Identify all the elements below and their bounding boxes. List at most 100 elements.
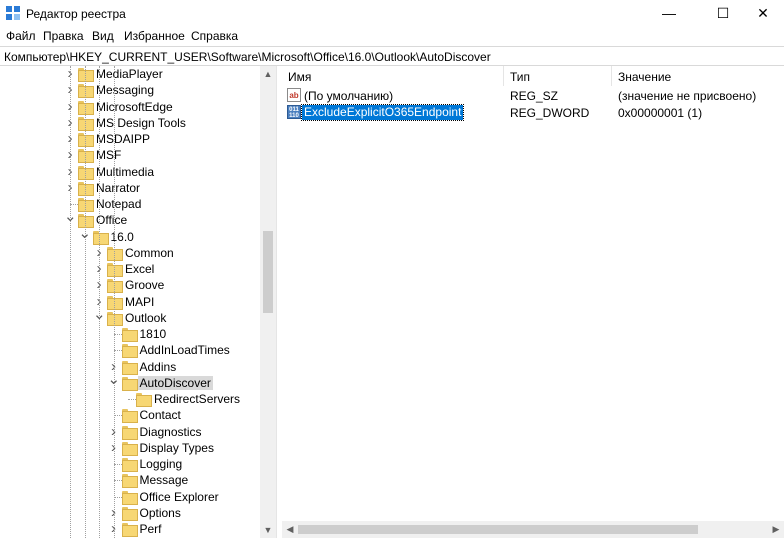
- address-path[interactable]: Компьютер\HKEY_CURRENT_USER\Software\Mic…: [4, 50, 491, 64]
- tree-item-msdaipp[interactable]: › MSDAIPP: [0, 131, 260, 147]
- folder-icon: [121, 425, 138, 440]
- menu-file[interactable]: Файл: [6, 29, 36, 43]
- tree-item-label[interactable]: Diagnostics: [138, 425, 204, 439]
- tree-item-common[interactable]: › Common: [0, 245, 260, 261]
- tree-item-label[interactable]: Groove: [123, 278, 166, 292]
- tree-item-label[interactable]: Office Explorer: [138, 490, 221, 504]
- key-tree[interactable]: › MediaPlayer › Messaging › MicrosoftEdge › MS …: [0, 66, 276, 538]
- value-type: REG_SZ: [510, 89, 559, 103]
- tree-item-label[interactable]: AutoDiscover: [137, 375, 213, 390]
- scroll-up-arrow-icon[interactable]: ▲: [260, 66, 276, 82]
- tree-item-autodiscover[interactable]: ⌄ AutoDiscover: [0, 372, 260, 391]
- tree-item-label[interactable]: Outlook: [123, 311, 168, 325]
- tree-item-label[interactable]: Narrator: [94, 181, 142, 195]
- tree-connector-line: [113, 480, 122, 482]
- tree-item-logging[interactable]: Logging: [0, 456, 260, 472]
- tree-item-office-explorer[interactable]: Office Explorer: [0, 489, 260, 505]
- tree-item-label[interactable]: AddInLoadTimes: [138, 343, 232, 357]
- value-name: (По умолчанию): [304, 89, 394, 103]
- tree-item-label[interactable]: Perf: [138, 522, 164, 536]
- column-type-header[interactable]: Тип: [504, 66, 612, 86]
- tree-item-label[interactable]: Contact: [138, 408, 183, 422]
- column-name-header[interactable]: Имя: [282, 66, 504, 86]
- value-row[interactable]: ab (По умолчанию) REG_SZ (значение не пр…: [282, 87, 784, 104]
- scroll-thumb[interactable]: [263, 231, 273, 313]
- tree-item-groove[interactable]: › Groove: [0, 277, 260, 294]
- tree-item-label[interactable]: 1810: [138, 327, 169, 341]
- tree-item-narrator[interactable]: › Narrator: [0, 180, 260, 196]
- menu-help[interactable]: Справка: [191, 29, 238, 43]
- menu-favorites[interactable]: Избранное: [124, 29, 185, 43]
- folder-icon: [121, 474, 138, 489]
- column-value-header[interactable]: Значение: [612, 66, 784, 86]
- tree-connector-line: [113, 464, 122, 465]
- scroll-left-arrow-icon[interactable]: ◀: [282, 521, 298, 538]
- tree-item-display-types[interactable]: › Display Types: [0, 440, 260, 456]
- address-bar[interactable]: Компьютер\HKEY_CURRENT_USER\Software\Mic…: [0, 46, 784, 66]
- tree-item-label[interactable]: Notepad: [94, 197, 143, 211]
- tree-item-contact[interactable]: Contact: [0, 407, 260, 424]
- tree-item-label[interactable]: Message: [138, 473, 191, 487]
- folder-icon: [121, 490, 138, 505]
- tree-guide-line: [70, 66, 71, 538]
- tree-item-label[interactable]: Options: [138, 506, 183, 520]
- menu-view[interactable]: Вид: [92, 29, 114, 43]
- value-data: (значение не присвоено): [618, 89, 757, 103]
- value-name: ExcludeExplicitO365Endpoint: [300, 104, 465, 121]
- scroll-thumb[interactable]: [298, 525, 698, 534]
- tree-item-redirectservers[interactable]: RedirectServers: [0, 391, 260, 407]
- tree-item-excel[interactable]: › Excel: [0, 261, 260, 277]
- tree-item-mapi[interactable]: › MAPI: [0, 294, 260, 310]
- tree-item-microsoftedge[interactable]: › MicrosoftEdge: [0, 99, 260, 115]
- regedit-icon: [6, 6, 20, 20]
- tree-item-label[interactable]: Multimedia: [94, 165, 156, 179]
- tree-item-label[interactable]: Display Types: [138, 441, 216, 455]
- tree-item-label[interactable]: Messaging: [94, 83, 156, 97]
- tree-item-label[interactable]: MicrosoftEdge: [94, 100, 175, 114]
- tree-item-office[interactable]: ⌄ Office: [0, 209, 260, 229]
- folder-icon: [136, 393, 152, 407]
- folder-icon: [121, 458, 138, 472]
- tree-item-options[interactable]: › Options: [0, 505, 260, 521]
- window-title: Редактор реестра: [26, 7, 126, 21]
- close-button[interactable]: ✕: [740, 0, 784, 26]
- tree-connector-line: [113, 496, 122, 498]
- folder-icon: [121, 360, 138, 375]
- tree-guide-line: [84, 66, 86, 538]
- tree-item-messaging[interactable]: › Messaging: [0, 82, 260, 99]
- tree-item-outlook[interactable]: ⌄ Outlook: [0, 307, 260, 326]
- tree-vertical-scrollbar[interactable]: ▲ ▼: [260, 66, 276, 538]
- tree-item-ms-design-tools[interactable]: › MS Design Tools: [0, 115, 260, 131]
- tree-item-1810[interactable]: 1810: [0, 326, 260, 342]
- tree-item-label[interactable]: Excel: [123, 262, 156, 276]
- value-row-selected[interactable]: 011 110 ExcludeExplicitO365Endpoint REG_…: [282, 104, 784, 121]
- list-horizontal-scrollbar[interactable]: ◀ ▶: [282, 521, 784, 538]
- tree-item-message[interactable]: Message: [0, 472, 260, 489]
- tree-item-notepad[interactable]: Notepad: [0, 196, 260, 212]
- scroll-right-arrow-icon[interactable]: ▶: [768, 521, 784, 538]
- folder-icon: [121, 409, 138, 424]
- tree-connector-line: [113, 350, 122, 352]
- tree-item-addinloadtimes[interactable]: AddInLoadTimes: [0, 342, 260, 359]
- tree-item-label[interactable]: Logging: [138, 457, 185, 471]
- tree-item-label[interactable]: MS Design Tools: [94, 116, 188, 130]
- tree-guide-line: [113, 66, 115, 538]
- tree-item-perf[interactable]: › Perf: [0, 521, 260, 537]
- minimize-button[interactable]: —: [646, 0, 692, 26]
- tree-connector-line: [70, 204, 78, 205]
- folder-icon: [121, 344, 138, 359]
- tree-item-msf[interactable]: › MSF: [0, 147, 260, 164]
- tree-item-label[interactable]: MAPI: [123, 295, 156, 309]
- tree-item-label[interactable]: Addins: [138, 360, 179, 374]
- tree-item-mediaplayer[interactable]: › MediaPlayer: [0, 66, 260, 82]
- scroll-down-arrow-icon[interactable]: ▼: [260, 522, 276, 538]
- tree-item-diagnostics[interactable]: › Diagnostics: [0, 424, 260, 440]
- tree-item-multimedia[interactable]: › Multimedia: [0, 164, 260, 180]
- tree-item-label[interactable]: RedirectServers: [152, 392, 242, 406]
- tree-item-label[interactable]: Common: [123, 246, 176, 260]
- menu-edit[interactable]: Правка: [43, 29, 84, 43]
- tree-item-label[interactable]: MediaPlayer: [94, 67, 165, 81]
- tree-item-16-0[interactable]: ⌄ 16.0: [0, 226, 260, 245]
- tree-item-addins[interactable]: › Addins: [0, 359, 260, 375]
- tree-item-label[interactable]: MSDAIPP: [94, 132, 152, 146]
